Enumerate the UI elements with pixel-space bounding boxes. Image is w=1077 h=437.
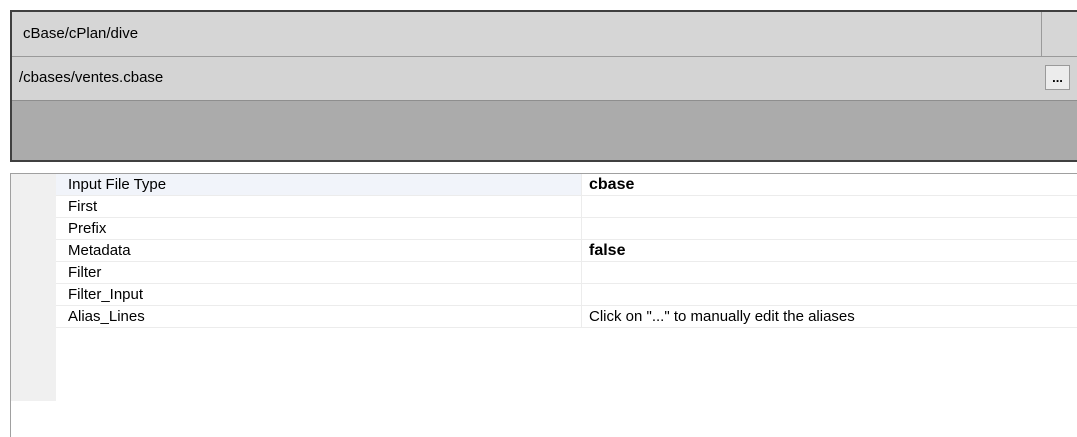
property-value[interactable]: Click on "..." to manually edit the alia… <box>586 306 1077 327</box>
property-name[interactable]: Alias_Lines <box>56 306 582 327</box>
property-value[interactable]: cbase <box>586 174 1077 195</box>
header-divider <box>1041 12 1042 56</box>
property-row-prefix[interactable]: Prefix <box>56 218 1077 240</box>
path-row[interactable]: /cbases/ventes.cbase ... <box>12 57 1077 101</box>
property-row-metadata[interactable]: Metadata false <box>56 240 1077 262</box>
property-row-filter-input[interactable]: Filter_Input <box>56 284 1077 306</box>
property-row-first[interactable]: First <box>56 196 1077 218</box>
property-name[interactable]: First <box>56 196 582 217</box>
property-grid: Input File Type cbase First Prefix Metad… <box>10 173 1077 437</box>
property-name[interactable]: Input File Type <box>56 174 582 195</box>
path-value[interactable]: /cbases/ventes.cbase <box>19 69 163 86</box>
grid-margin <box>11 174 56 401</box>
path-panel: cBase/cPlan/dive /cbases/ventes.cbase ..… <box>10 10 1077 162</box>
property-row-alias-lines[interactable]: Alias_Lines Click on "..." to manually e… <box>56 306 1077 328</box>
property-name[interactable]: Prefix <box>56 218 582 239</box>
property-name[interactable]: Filter <box>56 262 582 283</box>
property-name[interactable]: Metadata <box>56 240 582 261</box>
property-value[interactable] <box>586 196 1077 217</box>
property-value[interactable]: false <box>586 240 1077 261</box>
property-row-input-file-type[interactable]: Input File Type cbase <box>56 174 1077 196</box>
panel-header-title: cBase/cPlan/dive <box>23 25 139 42</box>
property-value[interactable] <box>586 262 1077 283</box>
property-row-filter[interactable]: Filter <box>56 262 1077 284</box>
panel-header: cBase/cPlan/dive <box>12 12 1077 57</box>
property-name[interactable]: Filter_Input <box>56 284 582 305</box>
browse-button[interactable]: ... <box>1045 65 1070 90</box>
property-value[interactable] <box>586 218 1077 239</box>
property-value[interactable] <box>586 284 1077 305</box>
